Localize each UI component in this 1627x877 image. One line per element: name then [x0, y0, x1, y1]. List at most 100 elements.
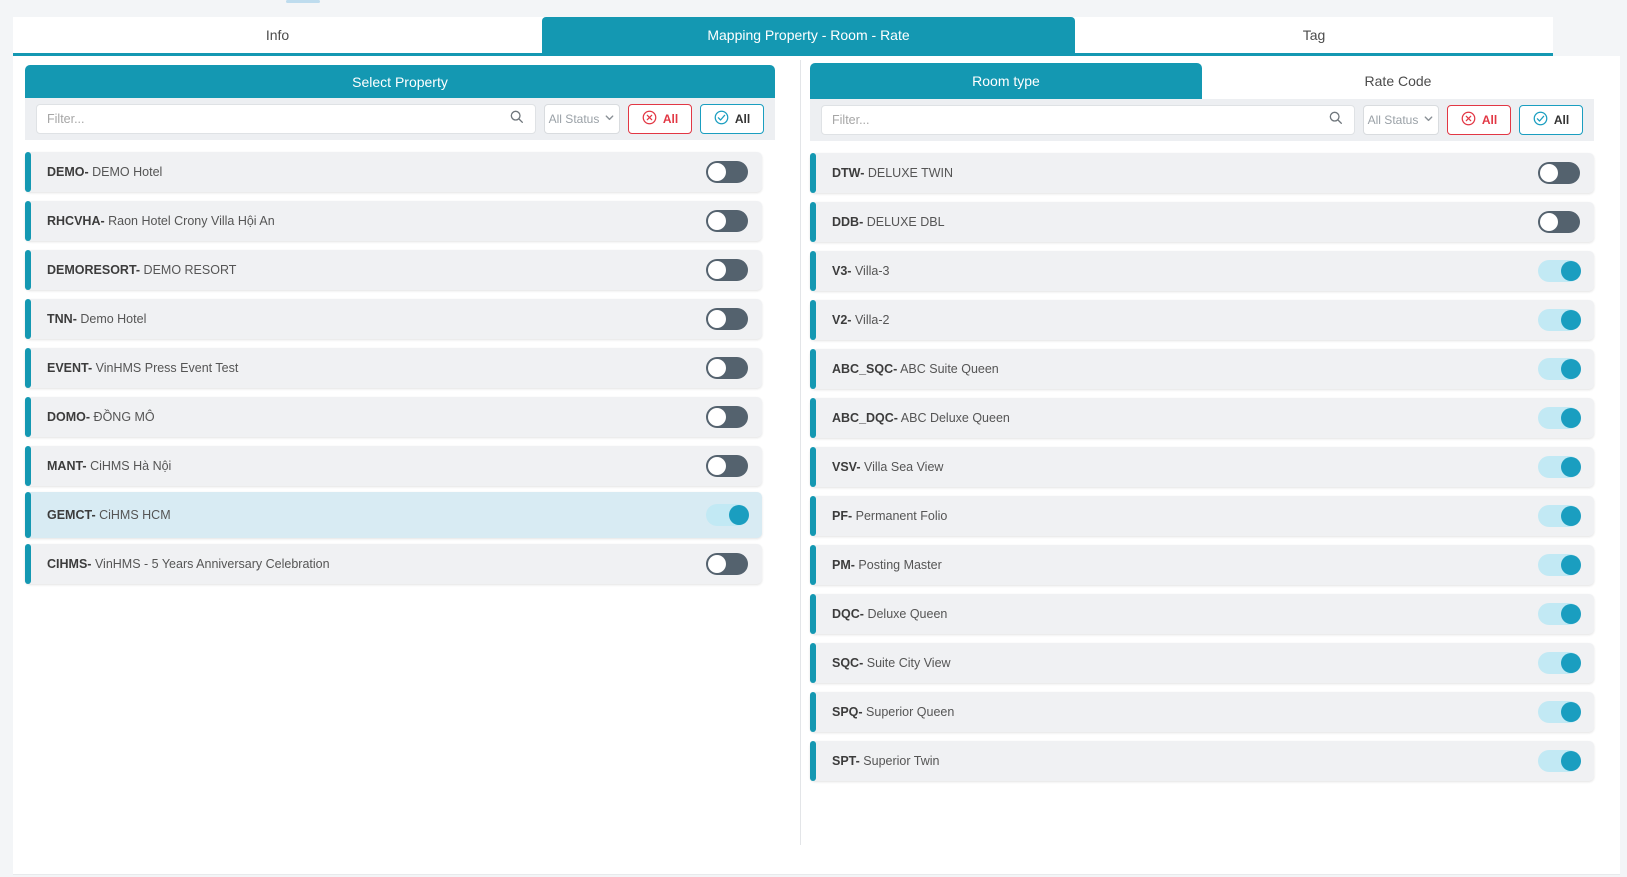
property-filter-row: All Status All All: [25, 98, 775, 140]
room-type-toggle[interactable]: [1538, 456, 1581, 478]
room-filter-row: All Status All All: [810, 99, 1594, 141]
row-accent-bar: [25, 397, 31, 437]
room-deselect-all-label: All: [1481, 113, 1498, 127]
toggle-knob: [1561, 653, 1581, 673]
room-type-row[interactable]: V3- Villa-3: [810, 251, 1594, 291]
toggle-knob: [708, 408, 726, 426]
property-code: RHCVHA-: [47, 214, 105, 228]
row-accent-bar: [810, 545, 816, 585]
room-type-label: ABC_DQC- ABC Deluxe Queen: [832, 411, 1010, 425]
room-type-label: DTW- DELUXE TWIN: [832, 166, 953, 180]
room-type-row[interactable]: SQC- Suite City View: [810, 643, 1594, 683]
toggle-knob: [1561, 261, 1581, 281]
property-toggle[interactable]: [706, 308, 748, 330]
room-type-toggle[interactable]: [1538, 358, 1581, 380]
room-type-row[interactable]: VSV- Villa Sea View: [810, 447, 1594, 487]
toggle-knob: [1561, 555, 1581, 575]
room-type-code: SPT-: [832, 754, 860, 768]
row-accent-bar: [810, 349, 816, 389]
property-code: DOMO-: [47, 410, 91, 424]
property-row[interactable]: EVENT- VinHMS Press Event Test: [25, 348, 762, 388]
property-filter-text[interactable]: [47, 112, 509, 126]
room-type-name: ABC Suite Queen: [900, 362, 999, 376]
room-type-row[interactable]: DTW- DELUXE TWIN: [810, 153, 1594, 193]
toggle-knob: [708, 163, 726, 181]
check-circle-icon: [714, 110, 729, 128]
property-toggle[interactable]: [706, 455, 748, 477]
property-row[interactable]: CIHMS- VinHMS - 5 Years Anniversary Cele…: [25, 544, 762, 584]
room-type-toggle[interactable]: [1538, 162, 1580, 184]
room-type-row[interactable]: PM- Posting Master: [810, 545, 1594, 585]
property-status-select[interactable]: All Status: [544, 104, 620, 134]
property-name: VinHMS - 5 Years Anniversary Celebration: [94, 557, 330, 571]
room-type-row[interactable]: SPQ- Superior Queen: [810, 692, 1594, 732]
property-row[interactable]: RHCVHA- Raon Hotel Crony Villa Hội An: [25, 201, 762, 241]
subtab-rate-code[interactable]: Rate Code: [1202, 63, 1594, 99]
room-type-row[interactable]: ABC_DQC- ABC Deluxe Queen: [810, 398, 1594, 438]
room-type-label: VSV- Villa Sea View: [832, 460, 943, 474]
property-toggle[interactable]: [706, 210, 748, 232]
room-type-name: DELUXE DBL: [866, 215, 945, 229]
property-toggle[interactable]: [706, 357, 748, 379]
property-row[interactable]: DOMO- ĐỒNG MÔ: [25, 397, 762, 437]
property-name: Demo Hotel: [80, 312, 147, 326]
property-select-all-button[interactable]: All: [700, 104, 764, 134]
property-code: DEMORESORT-: [47, 263, 141, 277]
property-label: TNN- Demo Hotel: [47, 312, 146, 326]
room-status-select[interactable]: All Status: [1363, 105, 1439, 135]
property-list: DEMO- DEMO Hotel RHCVHA- Raon Hotel Crony…: [25, 152, 775, 584]
property-toggle[interactable]: [706, 504, 749, 526]
property-name: Raon Hotel Crony Villa Hội An: [108, 214, 275, 228]
room-status-value: All Status: [1367, 113, 1419, 127]
property-toggle[interactable]: [706, 161, 748, 183]
toggle-knob: [708, 310, 726, 328]
room-type-toggle[interactable]: [1538, 407, 1581, 429]
chevron-down-icon: [1423, 113, 1434, 127]
room-select-all-button[interactable]: All: [1519, 105, 1583, 135]
row-accent-bar: [810, 202, 816, 242]
room-type-toggle[interactable]: [1538, 554, 1581, 576]
property-name: ĐỒNG MÔ: [93, 410, 155, 424]
room-type-label: SQC- Suite City View: [832, 656, 951, 670]
property-toggle[interactable]: [706, 259, 748, 281]
property-filter-input[interactable]: [36, 104, 536, 134]
room-type-toggle[interactable]: [1538, 211, 1580, 233]
room-type-name: Superior Twin: [863, 754, 940, 768]
x-circle-icon: [1461, 111, 1476, 129]
room-type-toggle[interactable]: [1538, 701, 1581, 723]
tab-tag[interactable]: Tag: [1075, 17, 1553, 53]
property-row[interactable]: DEMO- DEMO Hotel: [25, 152, 762, 192]
property-toggle[interactable]: [706, 553, 748, 575]
property-label: EVENT- VinHMS Press Event Test: [47, 361, 238, 375]
row-accent-bar: [25, 446, 31, 486]
toggle-knob: [1561, 506, 1581, 526]
property-row[interactable]: TNN- Demo Hotel: [25, 299, 762, 339]
room-type-row[interactable]: PF- Permanent Folio: [810, 496, 1594, 536]
property-toggle[interactable]: [706, 406, 748, 428]
room-type-row[interactable]: ABC_SQC- ABC Suite Queen: [810, 349, 1594, 389]
room-deselect-all-button[interactable]: All: [1447, 105, 1511, 135]
room-type-toggle[interactable]: [1538, 260, 1581, 282]
property-row[interactable]: DEMORESORT- DEMO RESORT: [25, 250, 762, 290]
tab-info[interactable]: Info: [13, 17, 542, 53]
room-type-toggle[interactable]: [1538, 652, 1581, 674]
room-type-label: PM- Posting Master: [832, 558, 942, 572]
tab-mapping-property-room-rate[interactable]: Mapping Property - Room - Rate: [542, 17, 1075, 53]
room-type-row[interactable]: DDB- DELUXE DBL: [810, 202, 1594, 242]
room-type-row[interactable]: DQC- Deluxe Queen: [810, 594, 1594, 634]
room-type-row[interactable]: V2- Villa-2: [810, 300, 1594, 340]
subtab-room-type[interactable]: Room type: [810, 63, 1202, 99]
room-type-toggle[interactable]: [1538, 750, 1581, 772]
room-type-row[interactable]: SPT- Superior Twin: [810, 741, 1594, 781]
tabstrip-right-gap: [1553, 17, 1620, 56]
room-type-toggle[interactable]: [1538, 505, 1581, 527]
room-filter-text[interactable]: [832, 113, 1328, 127]
property-deselect-all-button[interactable]: All: [628, 104, 692, 134]
room-type-code: SPQ-: [832, 705, 863, 719]
property-row[interactable]: GEMCT- CiHMS HCM: [25, 492, 762, 538]
room-filter-input[interactable]: [821, 105, 1355, 135]
room-type-toggle[interactable]: [1538, 603, 1581, 625]
property-row[interactable]: MANT- CiHMS Hà Nội: [25, 446, 762, 486]
top-accent-bar: [286, 0, 320, 3]
room-type-toggle[interactable]: [1538, 309, 1581, 331]
